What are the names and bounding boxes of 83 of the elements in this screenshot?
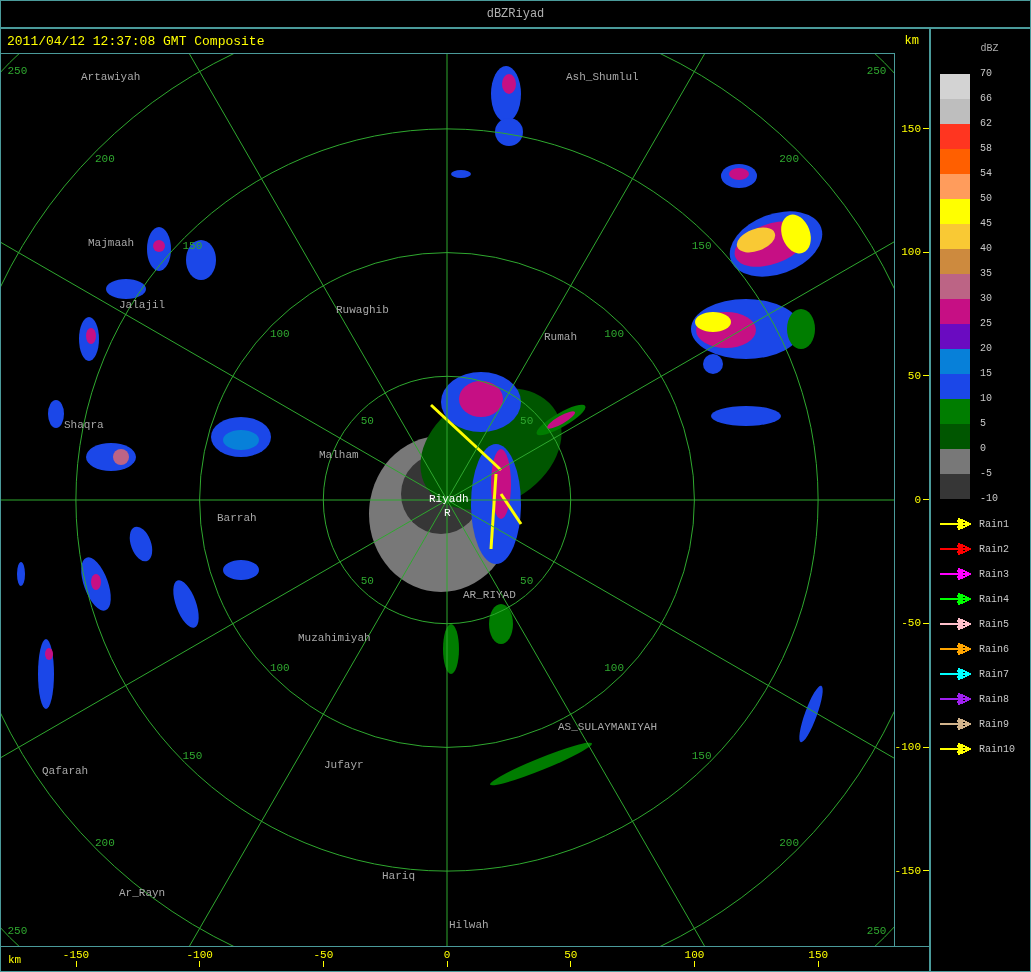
track-label: Rain10: [979, 743, 1015, 755]
scale-label: 50: [980, 193, 992, 204]
radar-site-label: Riyadh: [429, 492, 469, 505]
range-ring-label: 50: [360, 574, 374, 587]
range-ring-label: 50: [360, 414, 374, 427]
track-label: Rain8: [979, 693, 1009, 705]
track-label: Rain4: [979, 593, 1009, 605]
place-label: Hilwah: [449, 918, 489, 931]
axis-tick-label: 50: [564, 948, 578, 961]
axis-tick-label: -100: [894, 741, 921, 753]
place-label: Ruwaghib: [336, 303, 389, 316]
place-label: Majmaah: [88, 236, 135, 249]
range-ring-label: 250: [866, 64, 887, 77]
scale-label: 62: [980, 118, 992, 129]
axis-tick-label: -150: [894, 864, 921, 877]
range-ring-label: 200: [95, 152, 115, 165]
axis-tick-label: -150: [62, 948, 90, 961]
axis-tick-label: 100: [684, 948, 705, 961]
place-label: AR_RIYAD: [463, 588, 516, 601]
range-ring-label: 250: [7, 64, 28, 77]
place-label: Qafarah: [42, 764, 89, 777]
axis-unit-label: km: [8, 953, 22, 966]
track-label: Rain1: [979, 518, 1009, 530]
scale-label: 20: [980, 343, 992, 354]
axis-tick-label: 150: [901, 122, 921, 135]
axis-tick-label: -100: [186, 948, 213, 961]
track-label: Rain3: [979, 568, 1009, 580]
place-label: Hariq: [382, 869, 415, 882]
axis-tick-label: 100: [901, 246, 921, 259]
scale-label: -10: [980, 493, 998, 504]
range-ring-label: 200: [779, 152, 799, 165]
range-ring-label: 150: [691, 749, 712, 762]
range-ring-label: 100: [604, 661, 625, 674]
place-label: Jufayr: [324, 758, 364, 771]
range-ring-label: 200: [95, 836, 115, 849]
scale-label: 30: [980, 293, 992, 304]
axis-tick-label: 0: [443, 948, 451, 961]
range-ring-label: 100: [604, 327, 625, 340]
scale-label: 45: [980, 218, 992, 229]
place-label: Rumah: [544, 330, 577, 343]
scale-label: 66: [980, 93, 992, 104]
range-ring-label: 150: [691, 239, 712, 252]
axis-tick-label: -50: [313, 948, 334, 961]
scale-label: 0: [980, 443, 986, 454]
place-label: Malham: [319, 448, 359, 461]
axis-tick-label: 150: [808, 948, 829, 961]
range-ring-label: 100: [269, 327, 290, 340]
scale-label: 58: [980, 143, 992, 154]
range-ring-label: 50: [520, 414, 534, 427]
track-label: Rain9: [979, 718, 1009, 730]
scale-label: 15: [980, 368, 992, 379]
range-ring-label: 50: [520, 574, 534, 587]
range-ring-label: 100: [269, 661, 290, 674]
scale-label: 70: [980, 68, 992, 79]
axis-tick-label: -50: [901, 617, 921, 630]
axis-tick-label: 0: [914, 493, 921, 506]
track-label: Rain7: [979, 668, 1009, 680]
window-title: dBZRiyad: [486, 7, 545, 21]
range-ring-label: 250: [866, 924, 887, 937]
place-label: Shaqra: [64, 418, 104, 431]
scale-label: 35: [980, 268, 992, 279]
range-ring-label: 200: [779, 836, 799, 849]
place-label: Barrah: [217, 511, 257, 524]
place-label: Artawiyah: [81, 70, 141, 83]
scale-label: 5: [980, 418, 986, 429]
range-ring-label: 150: [182, 749, 203, 762]
track-label: Rain6: [979, 643, 1009, 655]
scale-label: 54: [980, 168, 992, 179]
timestamp: 2011/04/12 12:37:08 GMT Composite: [7, 33, 265, 49]
scale-label: -5: [980, 468, 992, 479]
axis-tick-label: 50: [907, 369, 921, 382]
scale-label: 40: [980, 243, 992, 254]
track-label: Rain5: [979, 618, 1009, 630]
place-label: Jalajil: [119, 298, 166, 311]
scale-label: 10: [980, 393, 992, 404]
range-ring-label: 250: [7, 924, 28, 937]
place-label: Ash_Shumlul: [566, 70, 639, 83]
scale-label: 25: [980, 318, 992, 329]
place-label: Muzahimiyah: [298, 631, 371, 644]
legend-title: dBZ: [979, 43, 1000, 54]
unit-label: km: [904, 34, 919, 49]
track-label: Rain2: [979, 543, 1009, 555]
radar-site-label: R: [444, 506, 451, 519]
